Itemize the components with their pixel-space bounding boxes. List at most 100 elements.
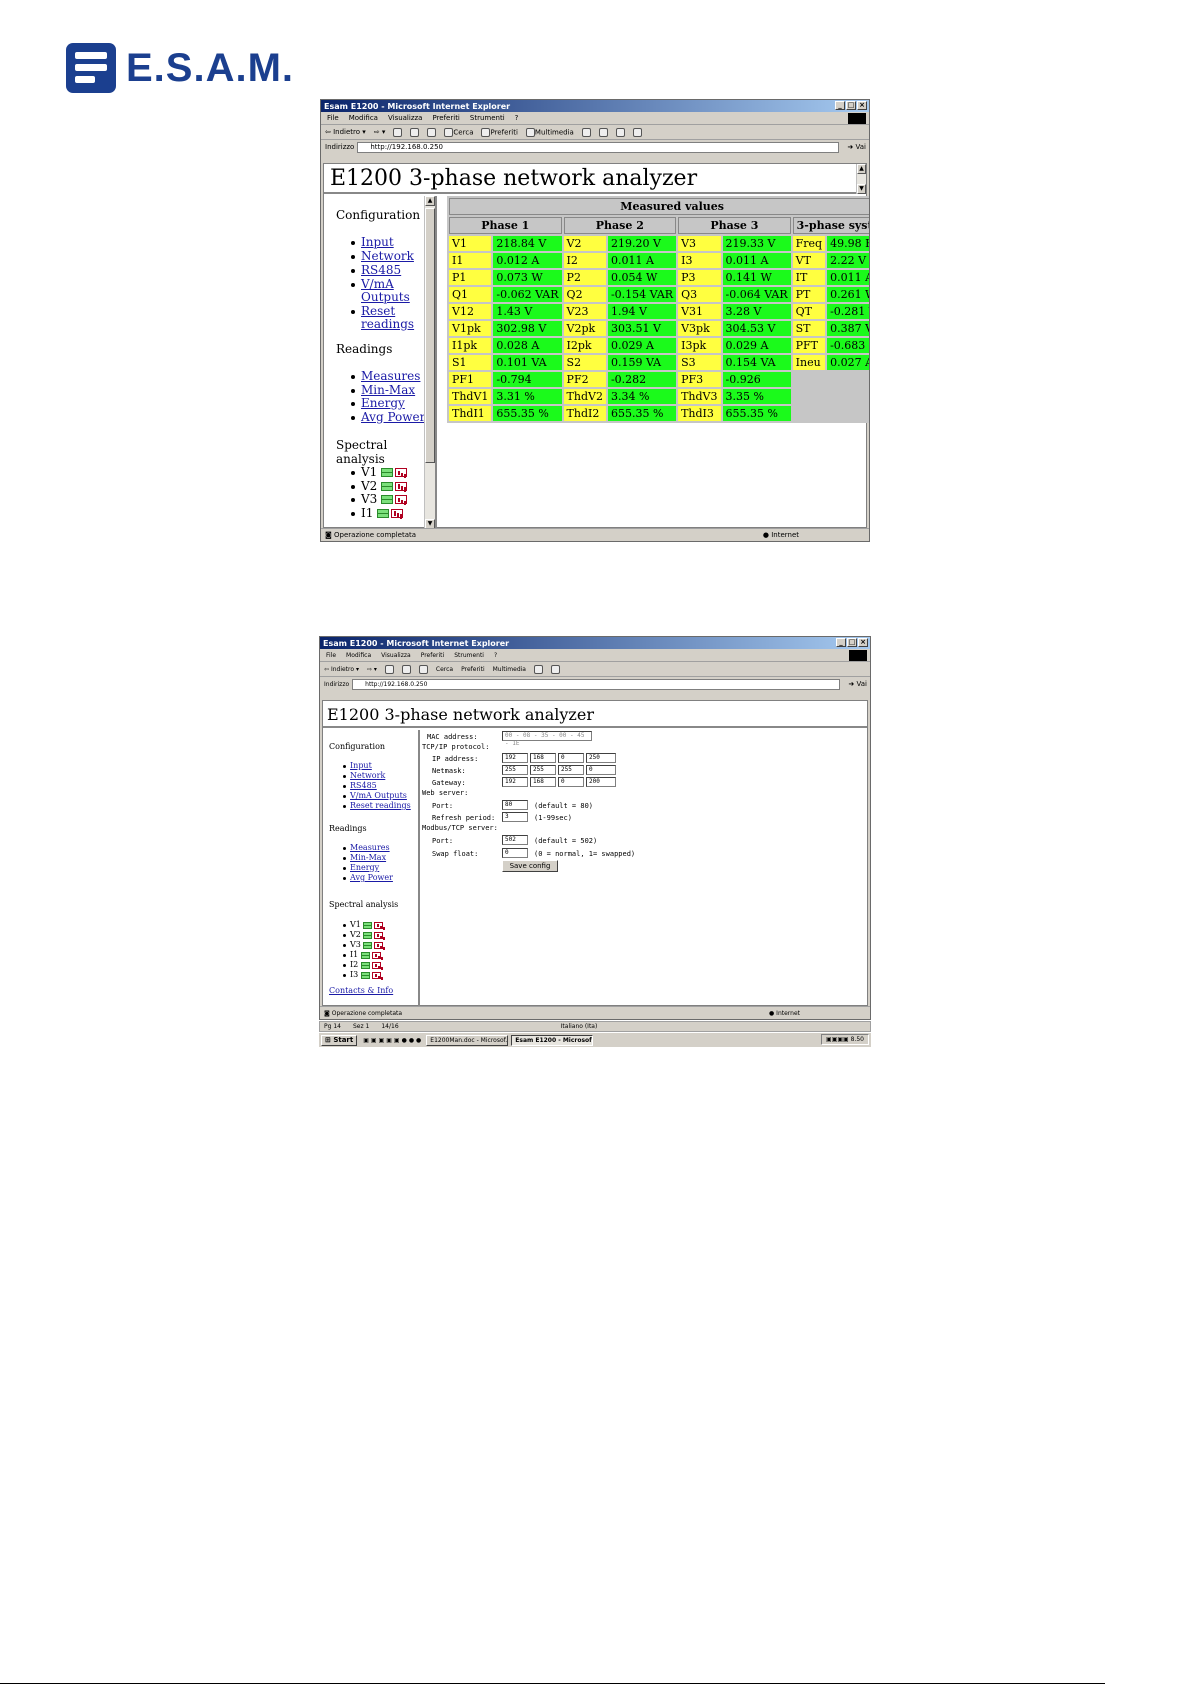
web-port-input[interactable]: 80	[502, 800, 528, 810]
table-icon[interactable]	[360, 951, 370, 959]
nav-link-reset[interactable]: Reset readings	[361, 304, 414, 331]
url-input-2[interactable]: http://192.168.0.250	[352, 678, 840, 690]
menu-modifica[interactable]: Modifica	[349, 114, 378, 122]
close-button[interactable]: ×	[857, 101, 867, 110]
bar-chart-icon[interactable]	[371, 951, 381, 959]
refresh-icon[interactable]	[410, 127, 420, 137]
back-button[interactable]: ⇦ Indietro ▾	[325, 128, 366, 136]
refresh-period-input[interactable]: 3	[502, 812, 528, 822]
history-icon-2[interactable]	[533, 664, 543, 674]
gateway-octet-1-input[interactable]: 192	[502, 777, 528, 787]
nav-link-minmax[interactable]: Min-Max	[361, 383, 415, 397]
table-icon[interactable]	[381, 468, 394, 477]
search-button-2[interactable]: Cerca	[436, 666, 453, 673]
forward-button[interactable]: ⇨ ▾	[374, 128, 386, 136]
maximize-button-2[interactable]: □	[847, 638, 857, 647]
task-word-document[interactable]: E1200Man.doc - Microsof...	[426, 1034, 509, 1046]
home-icon-2[interactable]	[418, 664, 428, 674]
nav-link-network[interactable]: Network	[361, 249, 414, 263]
nav2-item-measures[interactable]: Measures	[343, 843, 393, 853]
nav2-link-avgpower[interactable]: Avg Power	[350, 873, 393, 882]
nav-link-avgpower[interactable]: Avg Power	[361, 410, 425, 424]
netmask-octet-2-input[interactable]: 255	[530, 765, 556, 775]
edit-icon[interactable]	[632, 127, 642, 137]
menu-strumenti-2[interactable]: Strumenti	[454, 652, 484, 659]
bar-chart-icon[interactable]	[395, 468, 408, 477]
mail-icon[interactable]	[598, 127, 608, 137]
nav2-link-input[interactable]: Input	[350, 761, 372, 770]
bar-chart-icon[interactable]	[371, 961, 381, 969]
stop-icon-2[interactable]	[384, 664, 394, 674]
table-icon[interactable]	[381, 495, 394, 504]
nav-item-measures[interactable]: Measures	[351, 369, 431, 384]
quick-launch-icons[interactable]: ▣▣▣▣▣●●●	[363, 1037, 423, 1044]
nav-item-input[interactable]: Input	[351, 235, 431, 249]
table-icon[interactable]	[363, 931, 373, 939]
table-icon[interactable]	[381, 481, 394, 491]
multimedia-button-2[interactable]: Multimedia	[493, 666, 526, 673]
netmask-octet-1-input[interactable]: 255	[502, 765, 528, 775]
ip-octet-2-input[interactable]: 168	[530, 753, 556, 763]
nav2-item-rs485[interactable]: RS485	[343, 781, 411, 791]
menu-file-2[interactable]: File	[326, 652, 336, 659]
bar-chart-icon[interactable]	[395, 481, 408, 491]
menu-help[interactable]: ?	[515, 114, 519, 122]
contacts-info-link[interactable]: Contacts & Info	[329, 986, 393, 995]
nav2-link-outputs[interactable]: V/mA Outputs	[350, 791, 407, 800]
swap-float-input[interactable]: 0	[502, 848, 528, 858]
history-icon[interactable]	[581, 127, 591, 137]
nav2-item-energy[interactable]: Energy	[343, 863, 393, 873]
nav2-item-input[interactable]: Input	[343, 761, 411, 771]
menu-file[interactable]: File	[327, 114, 339, 122]
bar-chart-icon[interactable]	[395, 495, 408, 504]
nav2-item-network[interactable]: Network	[343, 771, 411, 781]
minimize-button[interactable]: _	[835, 101, 845, 110]
nav2-link-network[interactable]: Network	[350, 771, 385, 780]
nav2-link-energy[interactable]: Energy	[350, 863, 379, 872]
netmask-octet-3-input[interactable]: 255	[558, 765, 584, 775]
table-icon[interactable]	[377, 508, 390, 518]
refresh-icon-2[interactable]	[401, 664, 411, 674]
task-ie-window[interactable]: Esam E1200 - Microsof...	[511, 1034, 594, 1046]
gateway-octet-3-input[interactable]: 0	[558, 777, 584, 787]
bar-chart-icon[interactable]	[374, 931, 384, 939]
modbus-port-input[interactable]: 502	[502, 835, 528, 845]
menu-modifica-2[interactable]: Modifica	[346, 652, 371, 659]
go-button[interactable]: ➜ Vai	[847, 143, 866, 151]
nav2-link-measures[interactable]: Measures	[350, 843, 390, 852]
back-button-2[interactable]: ⇦ Indietro ▾	[324, 666, 359, 673]
go-button-2[interactable]: ➜ Vai	[848, 680, 867, 688]
netmask-octet-4-input[interactable]: 0	[586, 765, 616, 775]
nav-link-measures[interactable]: Measures	[361, 369, 420, 383]
table-icon[interactable]	[363, 941, 373, 949]
menu-preferiti[interactable]: Preferiti	[432, 114, 459, 122]
nav2-item-minmax[interactable]: Min-Max	[343, 853, 393, 863]
nav-link-energy[interactable]: Energy	[361, 396, 405, 410]
favorites-button[interactable]: Preferiti	[481, 127, 518, 137]
url-input[interactable]: http://192.168.0.250	[357, 141, 839, 153]
multimedia-button[interactable]: Multimedia	[525, 127, 574, 137]
menu-preferiti-2[interactable]: Preferiti	[421, 652, 445, 659]
bar-chart-icon[interactable]	[391, 508, 404, 518]
start-button[interactable]: ⊞ Start	[321, 1034, 358, 1046]
bar-chart-icon[interactable]	[371, 971, 381, 979]
nav2-item-reset[interactable]: Reset readings	[343, 801, 411, 811]
nav-link-input[interactable]: Input	[361, 235, 394, 249]
minimize-button-2[interactable]: _	[836, 638, 846, 647]
nav2-link-reset[interactable]: Reset readings	[350, 801, 411, 810]
nav-scrollbar[interactable]: ▲ ▼	[424, 196, 435, 529]
ip-octet-3-input[interactable]: 0	[558, 753, 584, 763]
stop-icon[interactable]	[393, 127, 403, 137]
nav2-link-minmax[interactable]: Min-Max	[350, 853, 386, 862]
nav-item-avgpower[interactable]: Avg Power	[351, 410, 431, 425]
bar-chart-icon[interactable]	[374, 941, 384, 949]
nav-item-rs485[interactable]: RS485	[351, 264, 431, 277]
ip-octet-1-input[interactable]: 192	[502, 753, 528, 763]
menu-strumenti[interactable]: Strumenti	[470, 114, 505, 122]
menu-visualizza[interactable]: Visualizza	[388, 114, 422, 122]
nav-link-outputs[interactable]: V/mA Outputs	[361, 277, 410, 304]
save-config-button[interactable]: Save config	[502, 860, 558, 872]
print-icon[interactable]	[615, 127, 625, 137]
menu-help-2[interactable]: ?	[494, 652, 497, 659]
nav-item-network[interactable]: Network	[351, 249, 431, 263]
